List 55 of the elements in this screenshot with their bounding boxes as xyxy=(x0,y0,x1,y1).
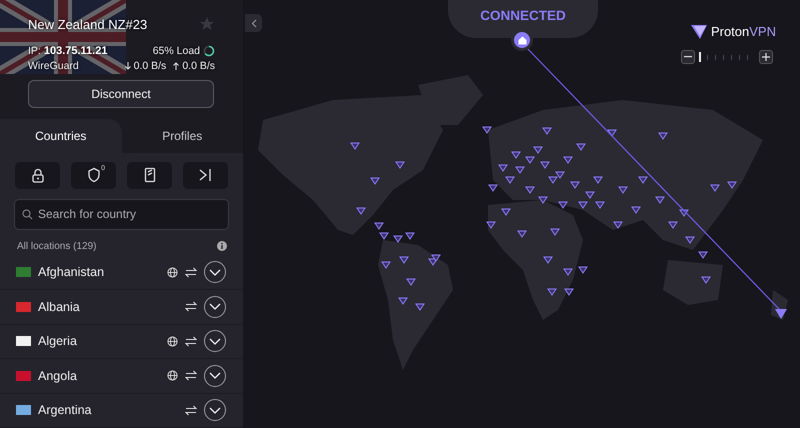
disconnect-button[interactable]: Disconnect xyxy=(28,80,214,108)
chevron-down-icon xyxy=(209,303,221,310)
shield-icon xyxy=(86,167,100,183)
logo-icon xyxy=(690,24,707,38)
collapse-button[interactable] xyxy=(245,14,262,32)
country-name: Afghanistan xyxy=(38,265,106,280)
country-name: Algeria xyxy=(38,334,78,348)
expand-button[interactable] xyxy=(204,330,226,352)
ip-address: IP: 103.75.11.21 xyxy=(28,45,108,57)
plus-icon xyxy=(762,53,770,61)
search-field[interactable]: Search for country xyxy=(14,198,229,230)
server-name: New Zealand NZ#23 xyxy=(28,16,148,32)
expand-button[interactable] xyxy=(204,261,226,284)
toolbar-button[interactable] xyxy=(127,162,172,188)
protocol-text: WireGuard xyxy=(28,60,79,72)
info-icon[interactable] xyxy=(217,241,227,251)
country-name: Argentina xyxy=(38,403,93,418)
expand-button[interactable] xyxy=(204,399,226,422)
upload-speed: 0.0 B/s xyxy=(182,60,215,72)
down-arrow-icon xyxy=(124,62,131,70)
chevron-down-icon xyxy=(209,372,221,380)
destination-marker-icon xyxy=(775,309,787,319)
home-icon xyxy=(518,36,526,44)
expand-button[interactable] xyxy=(204,296,226,318)
tab[interactable]: Countries xyxy=(0,119,122,152)
load-ring-icon xyxy=(203,45,215,57)
brand-suffix: VPN xyxy=(749,24,776,39)
country-row[interactable]: Albania xyxy=(0,290,243,324)
up-arrow-icon xyxy=(173,62,180,70)
country-row[interactable]: Angola xyxy=(0,359,243,394)
chevron-down-icon xyxy=(209,406,221,414)
country-row[interactable]: Argentina xyxy=(0,394,243,428)
toolbar-button[interactable] xyxy=(15,162,60,188)
minus-icon xyxy=(684,56,692,58)
expand-button[interactable] xyxy=(204,364,226,387)
country-row[interactable]: Algeria xyxy=(0,324,243,359)
connection-status: CONNECTED xyxy=(480,8,566,25)
load-text: 65% Load xyxy=(152,45,200,57)
country-name: Albania xyxy=(38,300,81,314)
zoom-in-button[interactable] xyxy=(759,50,773,64)
star-icon[interactable] xyxy=(199,16,215,32)
country-name: Angola xyxy=(38,368,78,383)
chevron-down-icon xyxy=(209,338,221,345)
toolbar-button[interactable] xyxy=(183,162,228,188)
chevron-down-icon xyxy=(209,268,221,276)
chevron-left-icon xyxy=(250,18,256,28)
lock-icon xyxy=(30,168,44,182)
list-header: All locations (129) xyxy=(17,240,96,252)
search-icon xyxy=(22,208,33,220)
country-row[interactable]: Afghanistan xyxy=(0,256,243,290)
arrow-bar-icon xyxy=(198,168,214,182)
brand-name: Proton xyxy=(710,24,750,39)
card-icon xyxy=(144,167,156,183)
zoom-out-button[interactable] xyxy=(681,50,695,64)
download-speed: 0.0 B/s xyxy=(134,60,166,72)
